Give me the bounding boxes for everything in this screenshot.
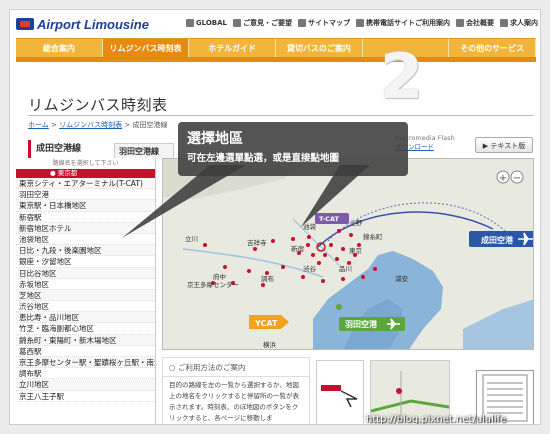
callout-body: 可在左邊選單點選，或是直接點地圖 bbox=[187, 153, 340, 164]
screenshot-frame: Airport Limousine GLOBAL ご意見・ご要望 サイトマップ … bbox=[9, 9, 541, 425]
watermark-url: http://blog.pixnet.net/ulalife bbox=[366, 414, 507, 425]
callout-title: 選擇地區 bbox=[187, 131, 243, 147]
callout-pointers bbox=[122, 165, 370, 238]
instruction-callout: 選擇地區 可在左邊選單點選，或是直接點地圖 bbox=[178, 122, 408, 176]
